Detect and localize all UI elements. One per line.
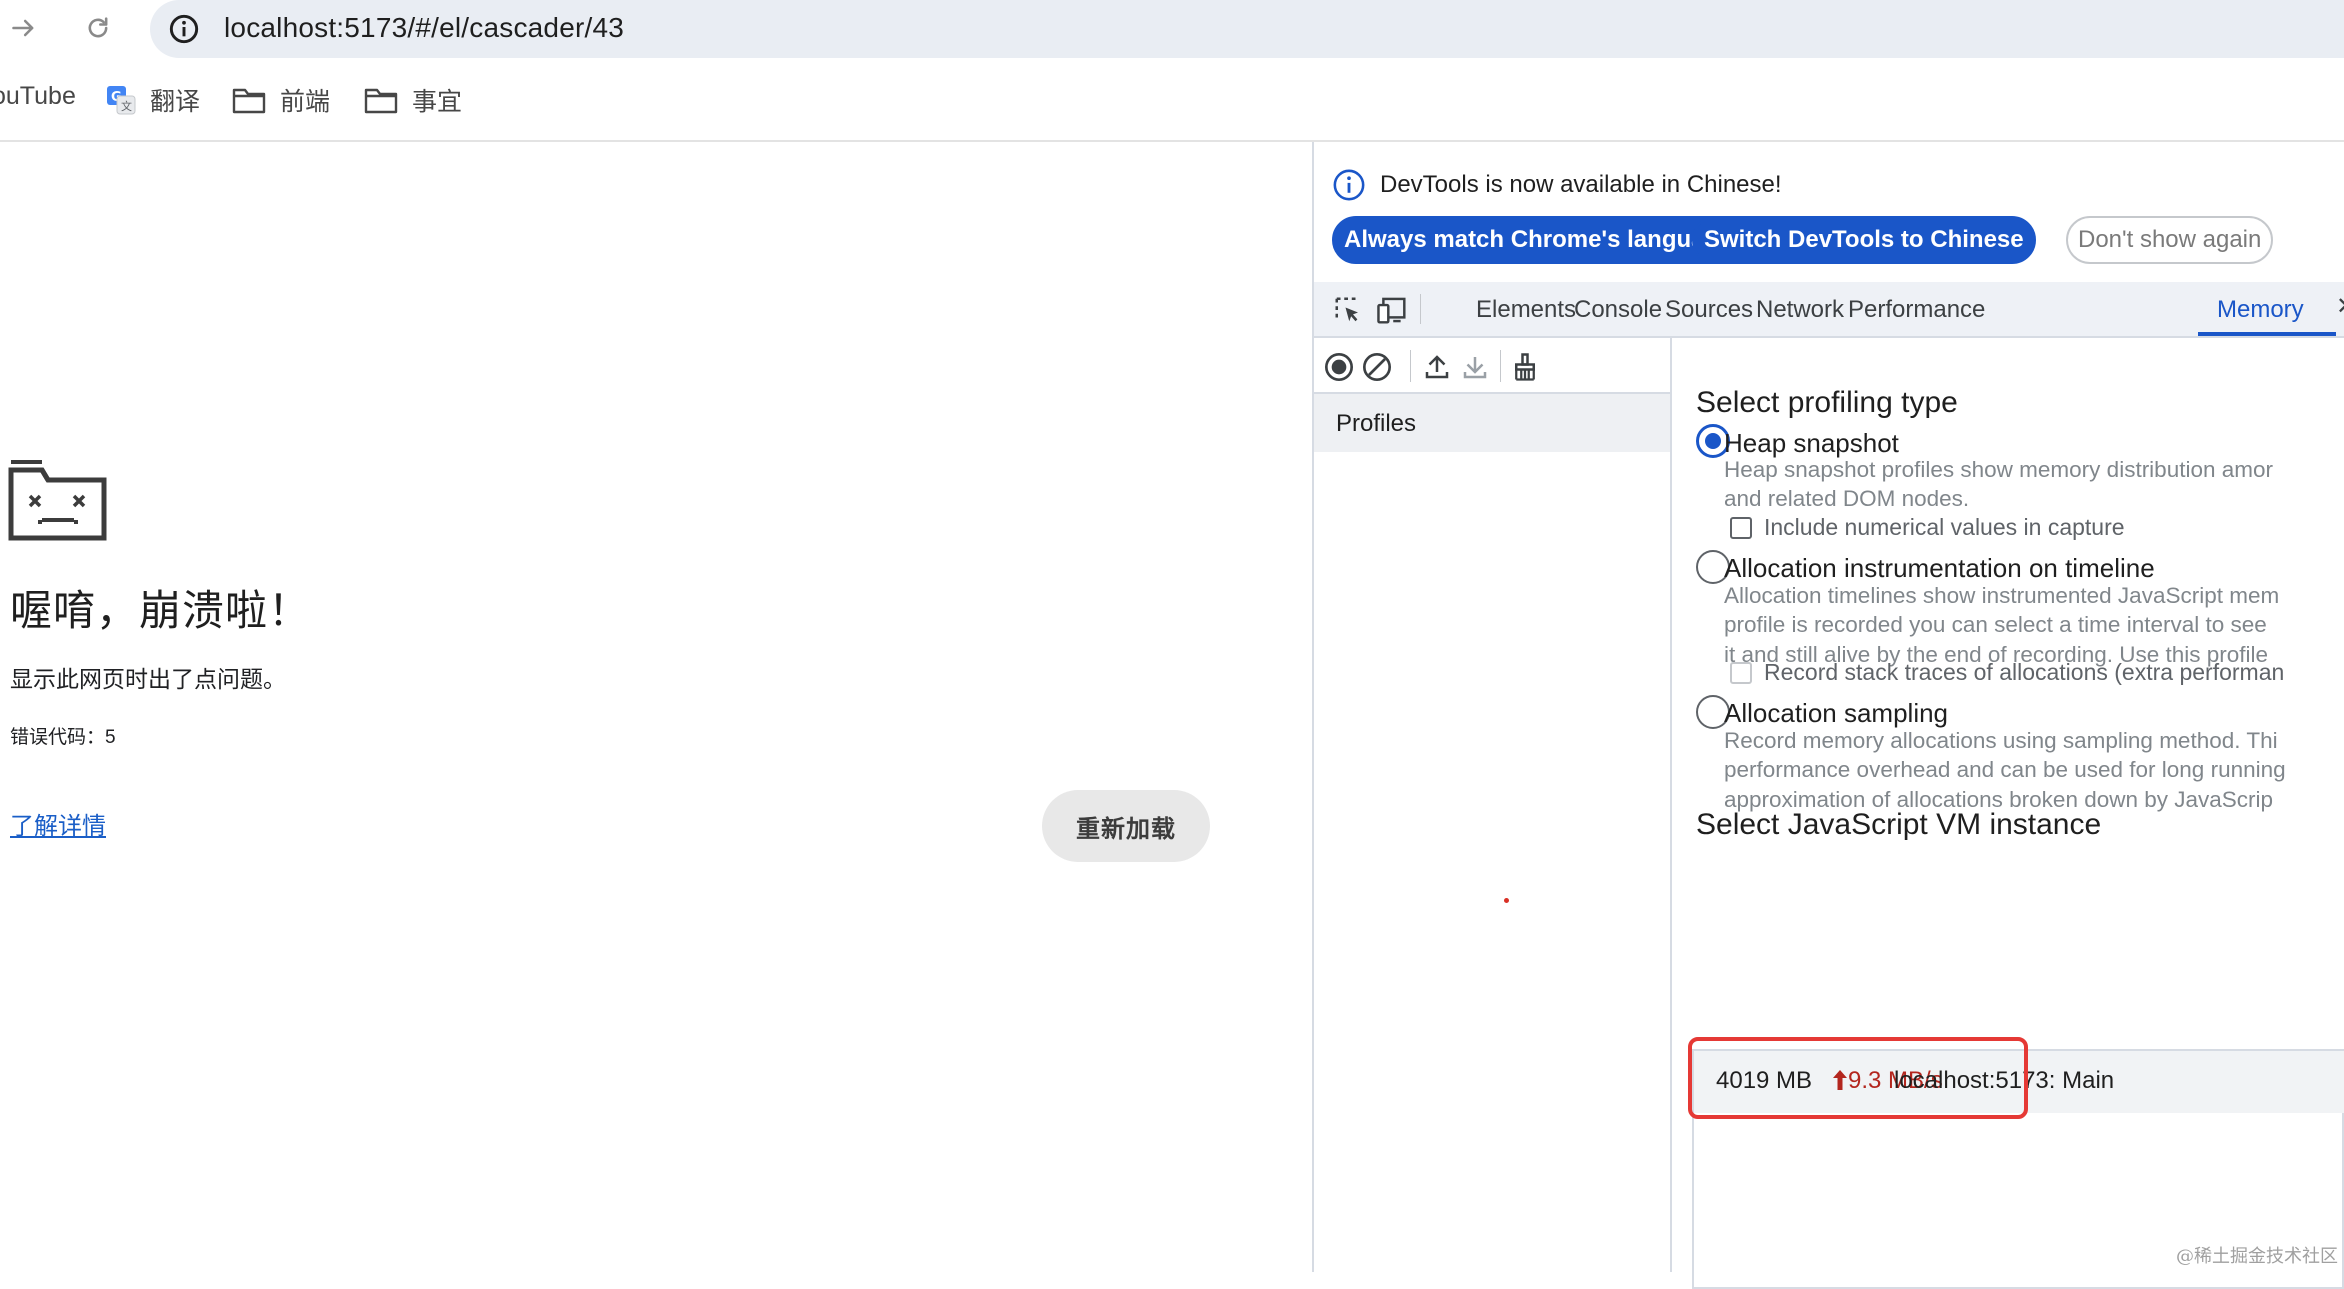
allocation-sampling-desc-line1: Record memory allocations using sampling… — [1724, 728, 2278, 753]
always-match-language-button[interactable]: Always match Chrome's language — [1332, 216, 1745, 264]
toolbar-separator — [1500, 350, 1501, 382]
crash-title: 喔唷，崩溃啦！ — [10, 587, 312, 634]
toolbar-separator — [1410, 350, 1411, 382]
record-button[interactable] — [1322, 350, 1356, 384]
numerical-values-checkbox[interactable] — [1730, 517, 1752, 539]
browser-toolbar: localhost:5173/#/el/cascader/43 — [0, 0, 2344, 58]
tab-elements[interactable]: Elements — [1476, 296, 1576, 324]
save-profile-button[interactable] — [1458, 350, 1492, 384]
tab-memory[interactable]: Memory — [2217, 296, 2304, 324]
bookmark-label: 事宜 — [412, 88, 463, 116]
profiles-label: Profiles — [1336, 410, 1417, 437]
numerical-values-label[interactable]: Include numerical values in capture — [1764, 514, 2125, 541]
allocation-sampling-desc-line2: performance overhead and can be used for… — [1724, 757, 2286, 782]
arrow-right-icon — [12, 19, 34, 37]
device-toolbar-button[interactable] — [1374, 292, 1410, 328]
tab-performance[interactable]: Performance — [1848, 296, 1985, 324]
reload-button[interactable]: 重新加载 — [1042, 790, 1210, 862]
heap-snapshot-desc-line2: and related DOM nodes. — [1724, 486, 1970, 511]
download-icon — [1463, 357, 1487, 379]
profiles-header[interactable]: Profiles — [1314, 394, 1670, 452]
reload-page-button[interactable] — [76, 6, 120, 50]
sad-tab-icon — [8, 460, 107, 541]
language-infobar: DevTools is now available in Chinese! — [1332, 168, 1782, 202]
info-icon — [1333, 169, 1365, 201]
bookmark-folder-matters[interactable]: 事宜 — [364, 82, 462, 118]
active-tab-indicator — [2198, 332, 2336, 336]
google-translate-icon: G文 — [107, 86, 136, 115]
stack-traces-checkbox[interactable] — [1730, 662, 1752, 684]
bookmark-youtube[interactable]: ouTube — [0, 82, 76, 111]
site-info-icon[interactable] — [168, 13, 200, 45]
tabbar-separator — [1420, 294, 1421, 324]
stack-traces-label[interactable]: Record stack traces of allocations (extr… — [1764, 659, 2284, 686]
switch-to-chinese-button[interactable]: Switch DevTools to Chinese — [1692, 216, 2036, 264]
allocation-sampling-label[interactable]: Allocation sampling — [1724, 698, 1948, 729]
svg-text:文: 文 — [121, 99, 132, 113]
inspect-element-button[interactable] — [1330, 292, 1366, 328]
tab-network[interactable]: Network — [1756, 296, 1844, 324]
broom-icon — [1515, 353, 1535, 381]
infobar-message: DevTools is now available in Chinese! — [1380, 171, 1782, 198]
upload-icon — [1425, 355, 1449, 379]
allocation-timeline-label[interactable]: Allocation instrumentation on timeline — [1724, 553, 2155, 584]
url-text[interactable]: localhost:5173/#/el/cascader/43 — [224, 12, 624, 44]
watermark: @稀土掘金技术社区 — [2176, 1246, 2338, 1267]
folder-icon — [232, 88, 266, 114]
select-element-icon — [1335, 297, 1358, 322]
load-profile-button[interactable] — [1420, 350, 1454, 384]
clear-profiles-button[interactable] — [1360, 350, 1394, 384]
record-icon — [1325, 353, 1353, 381]
profiling-type-title: Select profiling type — [1696, 386, 1958, 419]
forward-button[interactable] — [2, 6, 46, 50]
collect-garbage-button[interactable] — [1508, 350, 1542, 384]
bookmark-folder-frontend[interactable]: 前端 — [232, 82, 330, 118]
crash-page: 喔唷，崩溃啦！ 显示此网页时出了点问题。 错误代码：5 了解详情 重新加载 — [0, 142, 1312, 1272]
vm-instance-title: Select JavaScript VM instance — [1696, 808, 2102, 841]
close-icon[interactable]: ✕ — [2336, 292, 2344, 321]
tab-console[interactable]: Console — [1574, 296, 1662, 324]
cursor-dot — [1504, 898, 1509, 903]
tab-sources[interactable]: Sources — [1665, 296, 1753, 324]
bookmark-label: ouTube — [0, 82, 76, 110]
devtools-tabbar: Elements Console Sources Network Perform… — [1314, 282, 2344, 338]
address-bar[interactable]: localhost:5173/#/el/cascader/43 — [150, 0, 2344, 58]
profiles-sidebar: Profiles — [1314, 394, 1672, 1272]
crash-description: 显示此网页时出了点问题。 — [10, 666, 286, 692]
bookmark-translate[interactable]: G文 翻译 — [106, 82, 200, 118]
allocation-timeline-desc-line1: Allocation timelines show instrumented J… — [1724, 583, 2280, 608]
heap-snapshot-desc-line1: Heap snapshot profiles show memory distr… — [1724, 457, 2273, 482]
bookmark-label: 前端 — [280, 88, 331, 116]
bookmark-label: 翻译 — [150, 88, 201, 116]
clear-icon — [1363, 353, 1391, 381]
dont-show-again-button[interactable]: Don't show again — [2066, 216, 2274, 264]
error-code: 错误代码：5 — [10, 727, 116, 748]
bookmarks-bar: ouTube G文 翻译 前端 事宜 — [0, 70, 2344, 130]
folder-icon — [364, 88, 398, 114]
allocation-timeline-desc-line2: profile is recorded you can select a tim… — [1724, 612, 2267, 637]
refresh-icon — [88, 17, 108, 38]
learn-more-link[interactable]: 了解详情 — [10, 806, 106, 841]
memory-toolbar — [1314, 338, 1672, 394]
highlight-box — [1688, 1037, 2028, 1119]
device-icon — [1377, 297, 1406, 324]
